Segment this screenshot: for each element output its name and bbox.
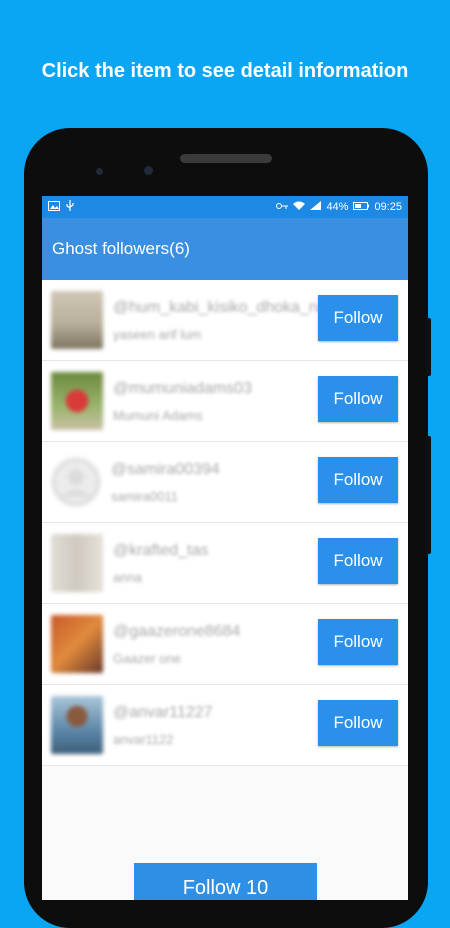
battery-icon [353,201,370,213]
status-bar: 44% 09:25 [42,196,408,218]
wifi-icon [293,201,306,213]
username: @anvar11227 [113,703,213,721]
list-item[interactable]: @hum_kabi_kisiko_dhoka_na yaseen arif lu… [42,280,408,361]
clock: 09:25 [374,201,402,213]
avatar [51,534,103,592]
follow-all-button[interactable]: Follow 10 [134,863,317,900]
display-name: anvar1122 [113,731,174,747]
list-item[interactable]: @krafted_tas anna Follow [42,523,408,604]
follow-button[interactable]: Follow [318,700,398,746]
avatar [51,615,103,673]
usb-icon [66,200,74,214]
username: @krafted_tas [113,541,209,559]
username: @gaazerone8684 [113,622,241,640]
username: @mumuniadams03 [113,379,252,397]
list-item[interactable]: @gaazerone8684 Gaazer one Follow [42,604,408,685]
display-name: Mumuni Adams [113,407,203,423]
key-icon [276,201,289,213]
avatar [51,457,101,507]
display-name: anna [113,569,142,585]
earpiece [180,154,272,163]
follow-button[interactable]: Follow [318,538,398,584]
list-item[interactable]: @samira00394 samira0011 Follow [42,442,408,523]
username: @samira00394 [111,460,220,478]
username: @hum_kabi_kisiko_dhoka_na [113,298,327,316]
display-name: samira0011 [111,488,178,504]
follow-button[interactable]: Follow [318,457,398,503]
promo-caption: Click the item to see detail information [41,60,409,82]
phone-screen: 44% 09:25 Ghost followers(6) @hum_kabi_k… [42,196,408,900]
battery-percent: 44% [326,201,349,213]
avatar [51,291,103,349]
display-name: yaseen arif lum [113,326,202,342]
list-item[interactable]: @anvar11227 anvar1122 Follow [42,685,408,766]
image-notification-icon [48,200,60,214]
volume-button [426,318,431,376]
follow-button[interactable]: Follow [318,376,398,422]
avatar [51,372,103,430]
list-item[interactable]: @mumuniadams03 Mumuni Adams Follow [42,361,408,442]
app-bar: Ghost followers(6) [42,218,408,280]
follow-button[interactable]: Follow [318,295,398,341]
follow-button[interactable]: Follow [318,619,398,665]
display-name: Gaazer one [113,650,181,666]
power-button [426,436,431,554]
followers-list: @hum_kabi_kisiko_dhoka_na yaseen arif lu… [42,280,408,766]
signal-icon [310,201,322,213]
sensor [96,168,103,175]
avatar [51,696,103,754]
page-title: Ghost followers(6) [52,239,190,258]
front-camera [144,166,153,175]
